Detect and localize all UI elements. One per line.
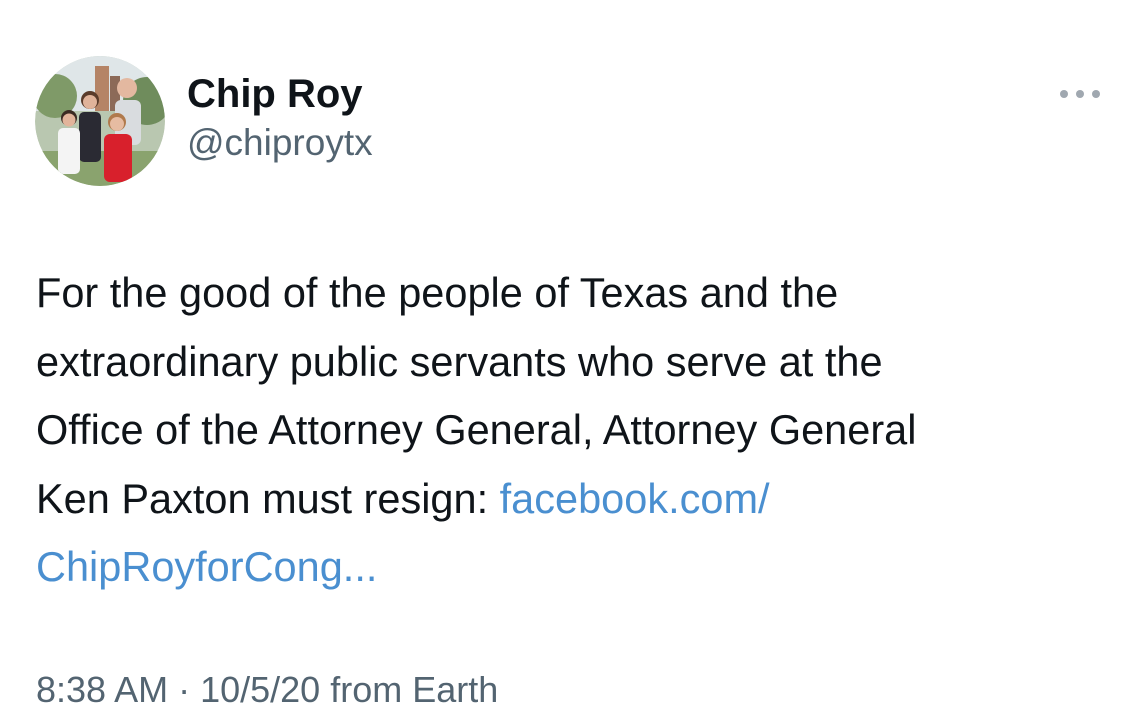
tweet-meta: 8:38 AM · 10/5/20 from Earth [36,668,498,712]
meta-separator: · [168,669,201,710]
tweet-link[interactable]: facebook.com/ [500,475,770,522]
avatar-photo [35,56,165,186]
author-display-name[interactable]: Chip Roy [187,70,373,118]
more-horizontal-icon [1060,90,1100,98]
author-handle[interactable]: @chiproytx [187,120,373,166]
tweet-text-line: Ken Paxton must resign: [36,474,500,522]
author-names: Chip Roy @chiproytx [187,70,373,166]
tweet-text-line: For the good of the people of Texas and … [36,269,839,316]
tweet-time[interactable]: 8:38 AM [36,669,168,710]
tweet-header: Chip Roy @chiproytx [35,56,1105,186]
tweet-source: from Earth [320,669,499,710]
avatar[interactable] [35,56,165,186]
tweet-date[interactable]: 10/5/20 [200,669,320,710]
tweet-link-continued[interactable]: ChipRoyforCong... [36,543,377,590]
tweet-text: For the good of the people of Texas and … [36,259,1106,602]
tweet: Chip Roy @chiproytx For the good of the … [0,0,1138,726]
tweet-text-line: extraordinary public servants who serve … [36,337,883,385]
tweet-text-line: Office of the Attorney General, Attorney… [36,406,917,453]
more-options-button[interactable] [1055,78,1105,108]
